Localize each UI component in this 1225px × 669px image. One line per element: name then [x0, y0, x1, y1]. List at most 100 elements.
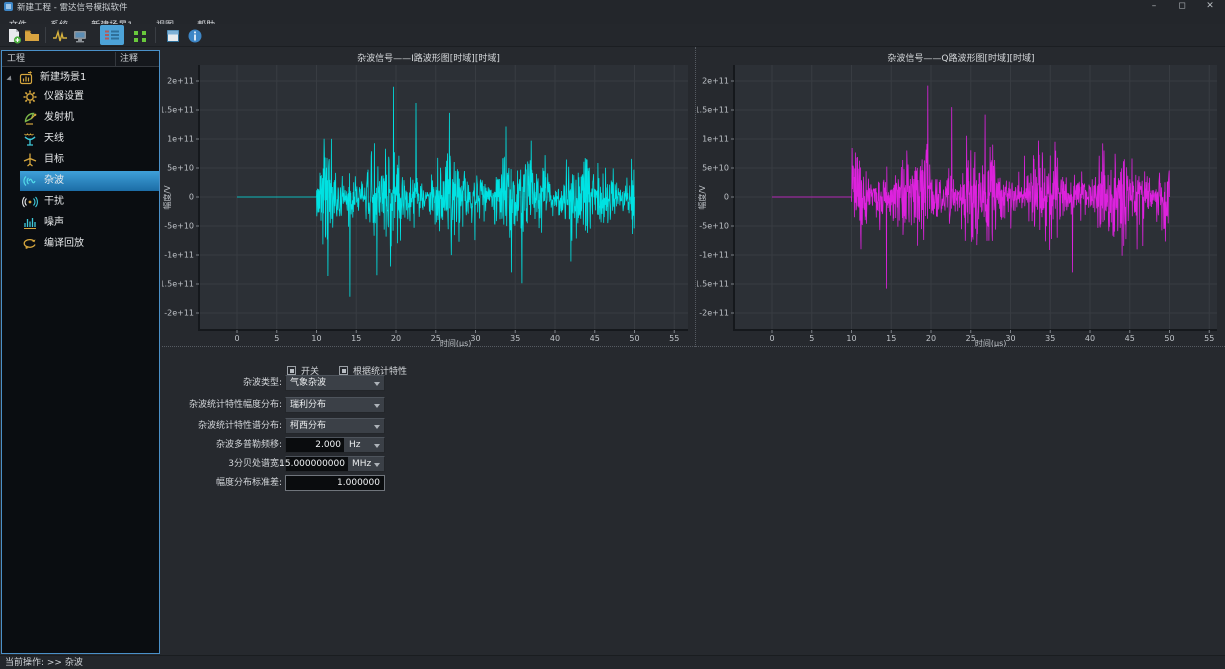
panel-view-button[interactable]	[163, 26, 183, 45]
svg-text:5e+10: 5e+10	[702, 164, 729, 173]
sidebar-item-target[interactable]: 目标	[20, 150, 159, 170]
svg-text:-1e+11: -1e+11	[164, 251, 194, 260]
interference-icon	[22, 194, 38, 210]
scene-icon	[18, 70, 34, 86]
svg-text:-5e+10: -5e+10	[164, 222, 194, 231]
clutter-type-label: 杂波类型:	[162, 375, 282, 392]
tree-root-label: 新建场景1	[40, 68, 86, 88]
chart-i-title: 杂波信号——I路波形图[时域][时域]	[162, 51, 695, 64]
svg-text:40: 40	[1085, 334, 1095, 343]
info-button[interactable]	[185, 26, 205, 45]
chart-q-plot: 05101520253035404550552e+111.5e+111e+115…	[697, 47, 1225, 347]
svg-text:2e+11: 2e+11	[167, 77, 194, 86]
panel-view-icon	[164, 27, 182, 45]
svg-text:1.5e+11: 1.5e+11	[162, 106, 194, 115]
minimize-button[interactable]: –	[1143, 0, 1165, 13]
svg-text:2e+11: 2e+11	[702, 77, 729, 86]
target-plane-icon	[22, 152, 38, 168]
open-folder-button[interactable]	[22, 26, 42, 45]
new-file-icon	[5, 27, 23, 45]
chevron-down-icon	[374, 425, 380, 429]
bandwidth-label: 3分贝处谱宽:	[162, 456, 282, 473]
statistical-checkbox[interactable]	[339, 366, 348, 375]
open-folder-icon	[23, 27, 41, 45]
svg-text:-1.5e+11: -1.5e+11	[697, 280, 729, 289]
doppler-unit: Hz	[349, 438, 361, 452]
sidebar-item-antenna[interactable]: 天线	[20, 129, 159, 149]
svg-text:1e+11: 1e+11	[702, 135, 729, 144]
svg-text:时间(μs): 时间(μs)	[440, 338, 472, 347]
svg-text:5e+10: 5e+10	[167, 164, 194, 173]
chevron-down-icon	[374, 463, 380, 467]
waveform-button[interactable]	[50, 26, 70, 45]
svg-text:10: 10	[846, 334, 856, 343]
svg-text:15: 15	[351, 334, 361, 343]
tree-header-note[interactable]: 注释	[120, 51, 138, 67]
svg-text:10: 10	[311, 334, 321, 343]
svg-text:50: 50	[629, 334, 639, 343]
svg-text:时间(μs): 时间(μs)	[975, 338, 1007, 347]
run-button[interactable]	[130, 26, 150, 45]
svg-text:5: 5	[274, 334, 279, 343]
doppler-shift-label: 杂波多普勒频移:	[162, 437, 282, 454]
project-tree-panel: 工程 注释 新建场景1	[1, 50, 160, 654]
chart-i-plot: 05101520253035404550552e+111.5e+111e+115…	[162, 47, 696, 347]
sidebar-item-interference[interactable]: 干扰	[20, 192, 159, 212]
chart-q-panel: 05101520253035404550552e+111.5e+111e+115…	[697, 47, 1225, 347]
bandwidth-field[interactable]: 15.000000000 MHz	[285, 456, 385, 472]
svg-text:20: 20	[391, 334, 401, 343]
sidebar-item-replay[interactable]: 编译回放	[20, 234, 159, 254]
chart-i-panel: 05101520253035404550552e+111.5e+111e+115…	[162, 47, 696, 347]
clutter-type-select[interactable]: 气象杂波	[285, 375, 385, 391]
tree-header: 工程 注释	[2, 51, 159, 67]
spectrum-dist-label: 杂波统计特性谱分布:	[162, 418, 282, 435]
svg-text:45: 45	[1125, 334, 1135, 343]
maximize-button[interactable]: ◻	[1171, 0, 1193, 13]
toolbar	[0, 24, 1225, 47]
svg-text:55: 55	[1204, 334, 1214, 343]
stddev-input[interactable]: 1.000000	[285, 475, 385, 491]
stddev-label: 幅度分布标准差:	[162, 475, 282, 492]
sidebar-item-noise[interactable]: 噪声	[20, 213, 159, 233]
svg-text:45: 45	[590, 334, 600, 343]
display-layout-button[interactable]	[100, 25, 124, 45]
svg-text:幅度/V: 幅度/V	[162, 185, 172, 210]
svg-text:20: 20	[926, 334, 936, 343]
waveform-icon	[51, 27, 69, 45]
svg-text:1.5e+11: 1.5e+11	[697, 106, 729, 115]
close-button[interactable]: ✕	[1199, 0, 1221, 13]
doppler-shift-value[interactable]: 2.000	[315, 438, 341, 452]
noise-icon	[22, 215, 38, 231]
app-icon	[4, 2, 13, 11]
amplitude-dist-label: 杂波统计特性幅度分布:	[162, 397, 282, 414]
sidebar-item-clutter[interactable]: 杂波	[20, 171, 159, 191]
onoff-checkbox[interactable]	[287, 366, 296, 375]
bandwidth-value[interactable]: 15.000000000	[279, 457, 345, 471]
main-area: 工程 注释 新建场景1	[0, 47, 1225, 655]
tree-header-project[interactable]: 工程	[7, 51, 25, 67]
svg-text:35: 35	[1045, 334, 1055, 343]
charts-region: 05101520253035404550552e+111.5e+111e+115…	[162, 47, 1225, 347]
spectrum-dist-select[interactable]: 柯西分布	[285, 418, 385, 434]
chevron-down-icon	[374, 444, 380, 448]
info-icon	[186, 27, 204, 45]
doppler-shift-field[interactable]: 2.000 Hz	[285, 437, 385, 453]
tree-root-scene[interactable]: 新建场景1	[4, 68, 159, 88]
svg-text:1e+11: 1e+11	[167, 135, 194, 144]
sidebar-item-transmitter[interactable]: 发射机	[20, 108, 159, 128]
expander-icon[interactable]	[6, 75, 13, 82]
svg-text:30: 30	[470, 334, 480, 343]
clutter-form: 开关根据统计特性 杂波类型: 气象杂波 杂波统计特性幅度分布: 瑞利分布	[162, 348, 1225, 655]
svg-text:30: 30	[1005, 334, 1015, 343]
sidebar-item-instrument-settings[interactable]: 仪器设置	[20, 87, 159, 107]
window-title: 新建工程 - 雷达信号模拟软件	[17, 1, 127, 13]
display-layout-icon	[101, 26, 123, 44]
device-button[interactable]	[70, 26, 90, 45]
content-area: 05101520253035404550552e+111.5e+111e+115…	[162, 47, 1225, 655]
clutter-icon	[22, 173, 38, 189]
transmitter-icon	[22, 110, 38, 126]
checkbox-row: 开关根据统计特性	[287, 360, 427, 372]
svg-text:15: 15	[886, 334, 896, 343]
new-file-button[interactable]	[4, 26, 24, 45]
amplitude-dist-select[interactable]: 瑞利分布	[285, 397, 385, 413]
